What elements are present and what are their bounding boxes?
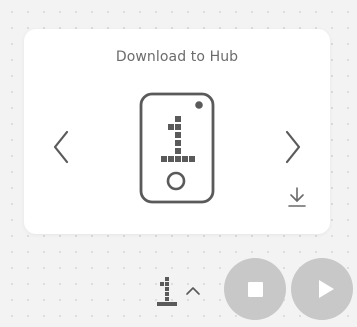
slot-number-icon <box>161 116 195 162</box>
play-icon <box>319 280 334 298</box>
hub-editor-page: { "download_panel": { "title": "Download… <box>0 0 357 327</box>
play-button[interactable] <box>291 258 353 320</box>
panel-title: Download to Hub <box>115 49 239 65</box>
caret-up-icon[interactable] <box>185 284 201 296</box>
chevron-right-icon[interactable] <box>284 130 302 164</box>
chevron-left-icon[interactable] <box>52 130 70 164</box>
program-slot-icon <box>157 277 177 306</box>
download-icon[interactable] <box>288 186 306 208</box>
stop-button[interactable] <box>224 258 286 320</box>
stop-icon <box>248 282 263 297</box>
hub-device-icon <box>139 92 215 204</box>
